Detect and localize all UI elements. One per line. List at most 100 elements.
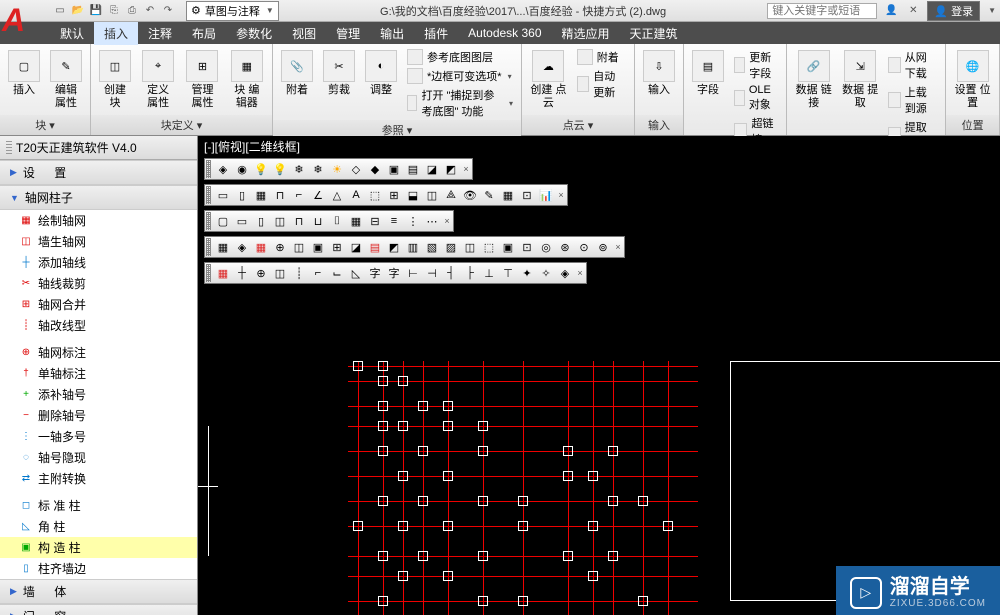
tool-icon[interactable]: A	[347, 186, 365, 204]
tree-item[interactable]: ◻标 准 柱	[0, 495, 197, 516]
set-location-button[interactable]: 🌐设置 位置	[952, 48, 993, 112]
tab-tangent[interactable]: 天正建筑	[620, 22, 688, 45]
exchange-icon[interactable]: ✕	[905, 3, 921, 19]
tree-item[interactable]: ✂轴线裁剪	[0, 273, 197, 294]
toolbar-tangent1[interactable]: ▦◈▦⊕◫▣⊞◪▤◩▥▧▨◫⬚▣⊡◎⊛⊙⊚ ×	[204, 236, 625, 258]
tool-icon[interactable]: △	[328, 186, 346, 204]
tool-icon[interactable]: ⊕	[271, 238, 289, 256]
tool-icon[interactable]: ⊟	[366, 212, 384, 230]
workspace-selector[interactable]: ⚙ 草图与注释 ▼	[186, 1, 279, 21]
tool-icon[interactable]: ⟁	[442, 186, 460, 204]
tool-icon[interactable]: ▧	[423, 238, 441, 256]
edit-attribute-button[interactable]: ✎编辑 属性	[48, 48, 84, 112]
tree-item[interactable]: −删除轴号	[0, 405, 197, 426]
toolbar-annotate[interactable]: ▭▯▦⊓⌐∠△A⬚⊞⬓◫⟁👁✎▦⊡📊 ×	[204, 184, 568, 206]
tool-icon[interactable]: ◩	[385, 238, 403, 256]
tab-plugin[interactable]: 插件	[414, 22, 458, 45]
tab-insert[interactable]: 插入	[94, 22, 138, 45]
toolbar-tangent2[interactable]: ▦┼⊕◫┊⌐⌙◺字字⊢⊣┤├⊥⊤✦✧◈ ×	[204, 262, 587, 284]
tool-icon[interactable]: ⊔	[309, 212, 327, 230]
tree-item[interactable]: ▯柱齐墙边	[0, 558, 197, 579]
tree-item-selected[interactable]: ▣构 造 柱	[0, 537, 197, 558]
tool-icon[interactable]: ◫	[461, 238, 479, 256]
signin-button[interactable]: 👤 登录	[927, 1, 980, 21]
group-title-pointcloud[interactable]: 点云 ▾	[522, 115, 634, 135]
tree-item[interactable]: ┊轴改线型	[0, 315, 197, 336]
tool-icon[interactable]: ▤	[366, 238, 384, 256]
tool-icon[interactable]: 字	[385, 264, 403, 282]
tool-icon[interactable]: ⊥	[480, 264, 498, 282]
tool-icon[interactable]: ┼	[233, 264, 251, 282]
upload-source-button[interactable]: 上载到源	[886, 83, 939, 117]
insert-block-button[interactable]: ▢插入	[6, 48, 42, 99]
drawing-canvas[interactable]: [-][俯视][二维线框] ◈◉💡💡❄❄☀◇◆▣▤◪◩ × ▭▯▦⊓⌐∠△A⬚⊞…	[198, 136, 1000, 615]
tree-door[interactable]: ▶门 窗	[0, 604, 197, 615]
infocenter-icon[interactable]: 👤	[883, 3, 899, 19]
group-title-blockdef[interactable]: 块定义 ▾	[91, 115, 272, 135]
tool-icon[interactable]: ⊛	[556, 238, 574, 256]
qa-plot-icon[interactable]: ⎙	[124, 3, 140, 19]
tool-icon[interactable]: ⊤	[499, 264, 517, 282]
toolbar-modify[interactable]: ▢▭▯◫⊓⊔⌷▦⊟≡⋮⋯ ×	[204, 210, 454, 232]
layer-icon[interactable]: ▤	[404, 160, 422, 178]
tab-output[interactable]: 输出	[370, 22, 414, 45]
define-attr-button[interactable]: ⌖定义 属性	[139, 48, 177, 112]
layer-icon[interactable]: ◉	[233, 160, 251, 178]
tool-icon[interactable]: ⬚	[366, 186, 384, 204]
tool-icon[interactable]: ├	[461, 264, 479, 282]
tree-item[interactable]: †单轴标注	[0, 363, 197, 384]
tool-icon[interactable]: ◺	[347, 264, 365, 282]
app-logo[interactable]: A	[2, 2, 46, 44]
underlay-layers-button[interactable]: 参考底图图层	[405, 48, 515, 66]
snap-underlay-button[interactable]: 打开 "捕捉到参考底图" 功能▾	[405, 86, 515, 120]
tool-icon[interactable]: ⊡	[518, 186, 536, 204]
tool-icon[interactable]: ◫	[290, 238, 308, 256]
download-source-button[interactable]: 从网下载	[886, 48, 939, 82]
qa-redo-icon[interactable]: ↷	[160, 3, 176, 19]
tool-icon[interactable]: ▨	[442, 238, 460, 256]
tool-icon[interactable]: ▭	[233, 212, 251, 230]
close-icon[interactable]: ×	[556, 186, 566, 204]
tool-icon[interactable]: ✎	[480, 186, 498, 204]
data-link-button[interactable]: 🔗数据 链接	[793, 48, 833, 112]
tool-icon[interactable]: ◫	[271, 264, 289, 282]
tool-icon[interactable]: ✦	[518, 264, 536, 282]
tool-icon[interactable]: ⊓	[290, 212, 308, 230]
tree-item[interactable]: ⊞轴网合并	[0, 294, 197, 315]
tool-icon[interactable]: ▣	[499, 238, 517, 256]
tool-icon[interactable]: ◎	[537, 238, 555, 256]
tab-default[interactable]: 默认	[50, 22, 94, 45]
tool-icon[interactable]: ▥	[404, 238, 422, 256]
field-button[interactable]: ▤字段	[690, 48, 726, 99]
tree-item[interactable]: +添补轴号	[0, 384, 197, 405]
tool-icon[interactable]: ▯	[233, 186, 251, 204]
layer-icon[interactable]: ◩	[442, 160, 460, 178]
tool-icon[interactable]: ┤	[442, 264, 460, 282]
tool-icon[interactable]: ▦	[499, 186, 517, 204]
bulb-icon[interactable]: 💡	[252, 160, 270, 178]
tool-icon[interactable]: ⊙	[575, 238, 593, 256]
attach-button[interactable]: 📎附着	[279, 48, 315, 99]
freeze-icon[interactable]: ❄	[309, 160, 327, 178]
tool-icon[interactable]: 👁	[461, 186, 479, 204]
adjust-button[interactable]: ◐调整	[363, 48, 399, 99]
viewport-label[interactable]: [-][俯视][二维线框]	[204, 138, 300, 155]
layer-icon[interactable]: ◆	[366, 160, 384, 178]
tool-icon[interactable]: ⊢	[404, 264, 422, 282]
tree-item[interactable]: ◫墙生轴网	[0, 231, 197, 252]
tool-icon[interactable]: ⋯	[423, 212, 441, 230]
tool-icon[interactable]: ▦	[214, 264, 232, 282]
tool-icon[interactable]: 📊	[537, 186, 555, 204]
tool-icon[interactable]: ⌙	[328, 264, 346, 282]
tool-icon[interactable]: ◫	[271, 212, 289, 230]
tool-icon[interactable]: ◈	[556, 264, 574, 282]
tool-icon[interactable]: ⬓	[404, 186, 422, 204]
close-icon[interactable]: ×	[461, 160, 471, 178]
tool-icon[interactable]: ▢	[214, 212, 232, 230]
block-editor-button[interactable]: ▦块 编辑器	[228, 48, 266, 112]
tool-icon[interactable]: ⊡	[518, 238, 536, 256]
panel-title-bar[interactable]: T20天正建筑软件 V4.0	[0, 136, 197, 160]
tool-icon[interactable]: ⌷	[328, 212, 346, 230]
tab-featured[interactable]: 精选应用	[552, 22, 620, 45]
tool-icon[interactable]: ⌐	[309, 264, 327, 282]
